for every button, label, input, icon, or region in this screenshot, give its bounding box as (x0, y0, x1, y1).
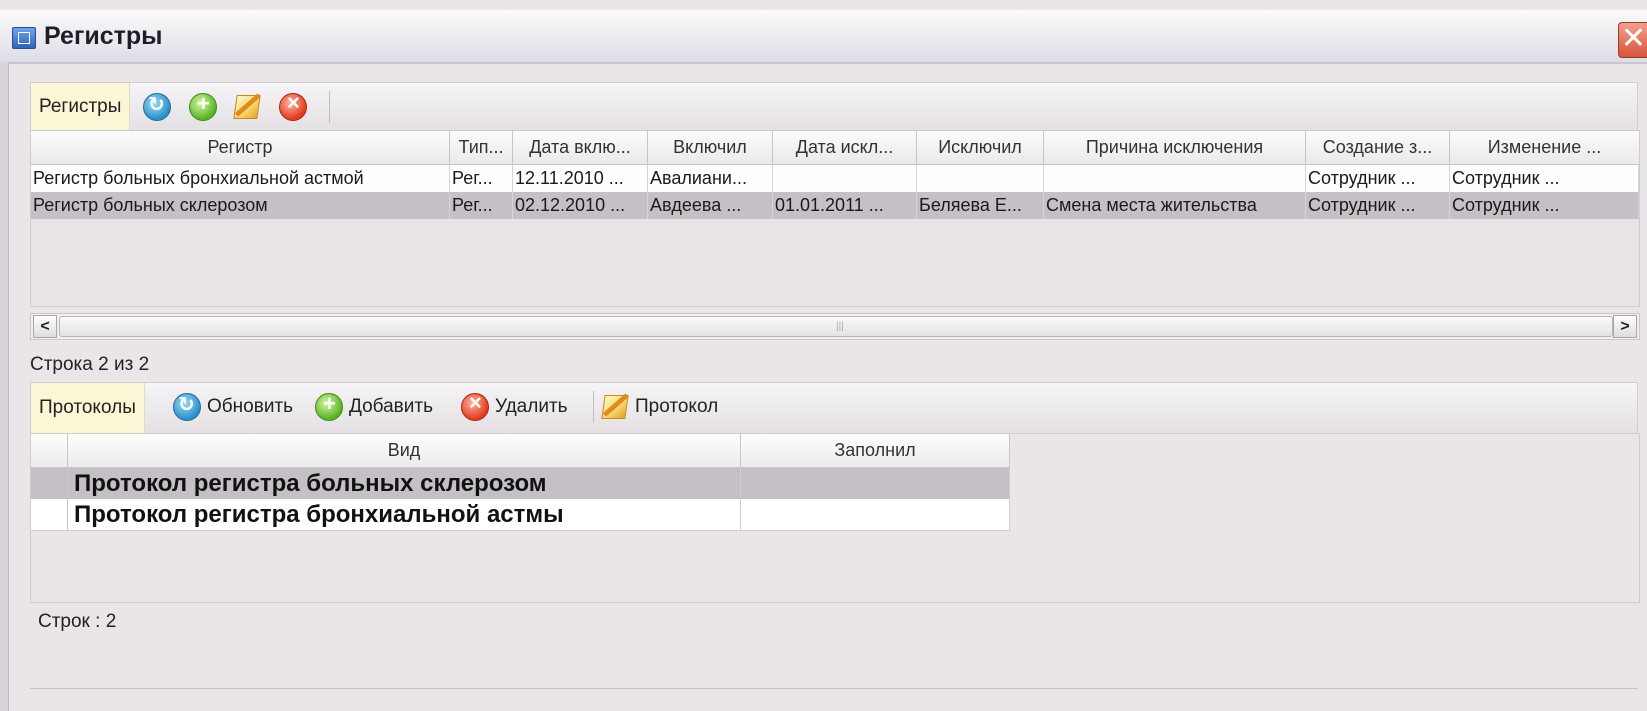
bottom-divider (30, 688, 1638, 689)
refresh-registers-button[interactable] (143, 92, 171, 121)
delete-button-label: Удалить (495, 396, 568, 417)
column-header-included-by[interactable]: Включил (648, 131, 773, 165)
horizontal-scrollbar[interactable]: < ||| > (30, 313, 1640, 340)
refresh-icon (143, 92, 171, 121)
add-register-button[interactable] (189, 91, 217, 121)
column-header-modified[interactable]: Изменение ... (1450, 131, 1639, 165)
column-header-type[interactable]: Тип... (450, 131, 513, 165)
close-button[interactable]: ✕ (1618, 22, 1647, 58)
edit-icon (233, 95, 261, 119)
cell-included-by: Авдеева ... (648, 192, 773, 219)
protocols-row-status: Строк : 2 (38, 611, 117, 632)
protocols-toolbar: Протоколы Обновить Добавить Удалить Прот… (30, 382, 1638, 434)
add-icon (315, 391, 343, 421)
delete-register-button[interactable] (279, 90, 307, 121)
cell-register: Регистр больных бронхиальной астмой (31, 165, 450, 192)
title-bar: Регистры ✕ (0, 10, 1647, 64)
cell-kind: Протокол регистра больных склерозом (68, 468, 741, 499)
column-header-kind[interactable]: Вид (68, 434, 741, 468)
cell-filled-by (741, 468, 1010, 499)
registers-table: Регистр Тип... Дата вклю... Включил Дата… (30, 130, 1640, 307)
add-button-label: Добавить (349, 396, 433, 417)
toolbar-separator (329, 91, 330, 123)
window-title: Регистры (44, 22, 163, 50)
cell-exclusion-date: 01.01.2011 ... (773, 192, 917, 219)
cell-exclusion-date (773, 165, 917, 192)
registers-table-header: Регистр Тип... Дата вклю... Включил Дата… (31, 131, 1639, 165)
column-header-exclusion-reason[interactable]: Причина исключения (1044, 131, 1306, 165)
cell-inclusion-date: 02.12.2010 ... (513, 192, 648, 219)
protocols-table: Вид Заполнил Протокол регистра больных с… (30, 433, 1640, 603)
row-header-corner (31, 434, 68, 468)
scrollbar-thumb[interactable]: ||| (59, 316, 1613, 337)
cell-filled-by (741, 499, 1010, 530)
open-protocol-button[interactable]: Протокол (601, 393, 719, 421)
cell-exclusion-reason (1044, 165, 1306, 192)
delete-icon (461, 390, 489, 421)
refresh-button-label: Обновить (207, 396, 294, 417)
registers-window: Регистры ✕ Регистры Регистр Тип... Дата … (0, 0, 1647, 711)
delete-protocol-button[interactable]: Удалить (461, 390, 568, 421)
edit-icon (601, 395, 629, 419)
protocol-button-label: Протокол (635, 396, 719, 417)
table-row-selected[interactable]: Протокол регистра больных склерозом (31, 468, 1010, 499)
cell-created: Сотрудник ... (1306, 165, 1450, 192)
protocols-tab-label[interactable]: Протоколы (31, 383, 145, 433)
cell-register: Регистр больных склерозом (31, 192, 450, 219)
row-header[interactable] (31, 468, 68, 499)
scroll-right-button[interactable]: > (1613, 315, 1637, 338)
cell-type: Рег... (450, 192, 513, 219)
column-header-register[interactable]: Регистр (31, 131, 450, 165)
cell-inclusion-date: 12.11.2010 ... (513, 165, 648, 192)
table-row-selected[interactable]: Регистр больных склерозом Рег... 02.12.2… (31, 192, 1639, 219)
cell-excluded-by: Беляева Е... (917, 192, 1044, 219)
scrollbar-grip: ||| (836, 321, 844, 332)
add-protocol-button[interactable]: Добавить (315, 391, 433, 421)
column-header-exclusion-date[interactable]: Дата искл... (773, 131, 917, 165)
toolbar-separator (593, 391, 594, 423)
row-header[interactable] (31, 499, 68, 530)
table-row[interactable]: Регистр больных бронхиальной астмой Рег.… (31, 165, 1639, 192)
cell-modified: Сотрудник ... (1450, 165, 1639, 192)
cell-included-by: Авалиани... (648, 165, 773, 192)
window-left-border (0, 62, 9, 711)
scroll-left-button[interactable]: < (33, 315, 57, 338)
window-app-icon (12, 27, 36, 49)
cell-excluded-by (917, 165, 1044, 192)
add-icon (189, 91, 217, 121)
column-header-inclusion-date[interactable]: Дата вклю... (513, 131, 648, 165)
refresh-icon (173, 392, 201, 421)
registers-row-status: Строка 2 из 2 (30, 354, 150, 375)
column-header-filled-by[interactable]: Заполнил (741, 434, 1010, 468)
cell-created: Сотрудник ... (1306, 192, 1450, 219)
registers-tab-label[interactable]: Регистры (31, 83, 131, 131)
cell-type: Рег... (450, 165, 513, 192)
table-row[interactable]: Протокол регистра бронхиальной астмы (31, 499, 1010, 531)
cell-exclusion-reason: Смена места жительства (1044, 192, 1306, 219)
column-header-excluded-by[interactable]: Исключил (917, 131, 1044, 165)
edit-register-button[interactable] (233, 93, 261, 121)
cell-modified: Сотрудник ... (1450, 192, 1639, 219)
registers-toolbar: Регистры (30, 82, 1638, 132)
delete-icon (279, 90, 307, 121)
cell-kind: Протокол регистра бронхиальной астмы (68, 499, 741, 530)
column-header-created[interactable]: Создание з... (1306, 131, 1450, 165)
refresh-protocols-button[interactable]: Обновить (173, 392, 294, 421)
